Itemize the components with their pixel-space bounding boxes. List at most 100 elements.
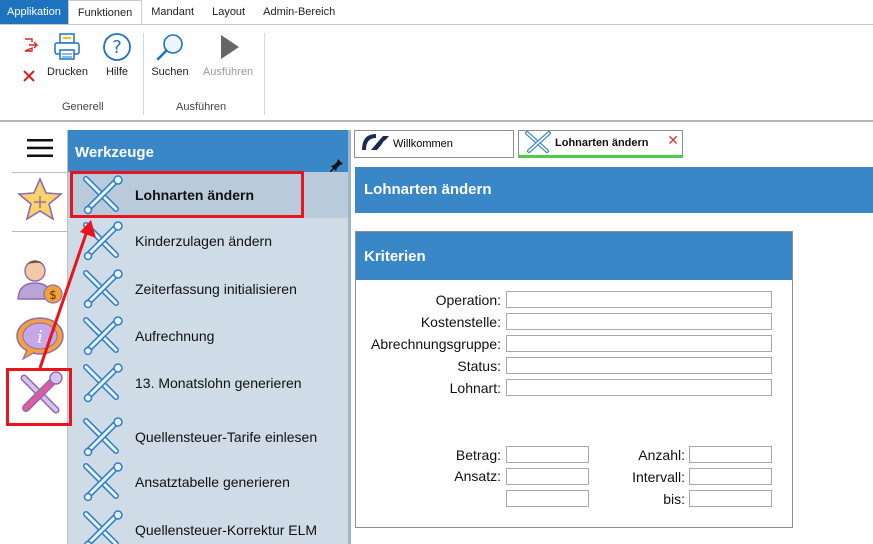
tools-icon	[78, 172, 126, 218]
ansatz-field[interactable]	[506, 468, 589, 485]
criteria-title: Kriterien	[356, 232, 792, 280]
run-button-label: Ausführen	[202, 66, 254, 78]
close-tab-icon[interactable]: ✕	[667, 132, 679, 149]
employee-payroll-button[interactable]: $	[12, 252, 68, 312]
help-button-label: Hilfe	[105, 66, 128, 78]
tools-icon	[78, 360, 126, 406]
tool-item-label: Quellensteuer-Tarife einlesen	[135, 429, 318, 445]
help-button[interactable]: ? Hilfe	[100, 32, 134, 78]
welcome-logo-icon: 4	[361, 133, 391, 156]
tools-icon	[78, 313, 126, 359]
ansatz-label: Ansatz:	[454, 468, 501, 484]
search-button[interactable]: Suchen	[150, 32, 190, 78]
document-tab-bar: 4 Willkommen Lohnarten ändern ✕	[354, 130, 873, 160]
tools-icon	[78, 218, 126, 264]
kostenstelle-label: Kostenstelle:	[420, 314, 501, 330]
favorites-button[interactable]	[12, 173, 68, 231]
svg-text:4: 4	[381, 140, 387, 150]
svg-text:i: i	[37, 327, 43, 348]
tools-icon	[78, 507, 126, 544]
ribbon-bottom-border	[0, 120, 873, 122]
tool-item[interactable]: Aufrechnung	[68, 313, 348, 359]
person-money-icon: $	[15, 255, 65, 310]
tool-item[interactable]: Quellensteuer-Korrektur ELM	[68, 507, 348, 544]
ansatz-extra-field[interactable]	[506, 490, 589, 507]
run-button[interactable]: Ausführen	[200, 32, 256, 78]
anzahl-field[interactable]	[689, 446, 772, 463]
tool-item-label: 13. Monatslohn generieren	[135, 375, 302, 391]
intervall-label: Intervall:	[632, 469, 685, 485]
close-x-icon[interactable]	[22, 69, 36, 83]
betrag-label: Betrag:	[455, 447, 501, 463]
tool-item[interactable]: Zeiterfassung initialisieren	[68, 266, 348, 312]
magnifier-search-icon	[150, 32, 190, 66]
ribbon-group-separator	[143, 33, 144, 115]
tools-icon	[78, 414, 126, 460]
tab-admin-bereich[interactable]: Admin-Bereich	[254, 0, 344, 24]
bis-field[interactable]	[689, 490, 772, 507]
tools-wrench-screwdriver-icon	[16, 370, 64, 423]
print-button-label: Drucken	[47, 66, 88, 78]
tab-mandant[interactable]: Mandant	[142, 0, 203, 24]
tool-item-label: Lohnarten ändern	[135, 187, 255, 203]
navigation-icon-strip: $ i	[12, 130, 68, 544]
status-label: Status:	[457, 358, 501, 374]
tool-item-label: Quellensteuer-Korrektur ELM	[135, 522, 318, 538]
operation-field[interactable]	[506, 291, 772, 308]
tab-applikation[interactable]: Applikation	[0, 0, 68, 24]
tab-funktionen[interactable]: Funktionen	[67, 0, 143, 25]
status-field[interactable]	[506, 357, 772, 374]
lohnart-label: Lohnart:	[449, 380, 501, 396]
printer-icon	[47, 32, 87, 66]
search-button-label: Suchen	[151, 66, 189, 78]
intervall-field[interactable]	[689, 468, 772, 485]
betrag-field[interactable]	[506, 446, 589, 463]
ribbon-tab-bar: Applikation Funktionen Mandant Layout Ad…	[0, 0, 873, 25]
criteria-panel: Kriterien Operation: Kostenstelle: Abrec…	[355, 231, 793, 528]
svg-text:$: $	[49, 288, 57, 302]
strip-divider	[12, 231, 68, 232]
group-label-generell: Generell	[62, 101, 104, 113]
tool-item-label: Ansatztabelle generieren	[135, 474, 290, 490]
tools-icon	[78, 459, 126, 505]
operation-label: Operation:	[435, 292, 501, 308]
bis-label: bis:	[663, 491, 685, 507]
hamburger-menu-icon	[27, 138, 53, 163]
svg-text:?: ?	[112, 37, 122, 58]
tool-item[interactable]: Quellensteuer-Tarife einlesen	[68, 414, 348, 460]
kostenstelle-field[interactable]	[506, 313, 772, 330]
tool-item[interactable]: Lohnarten ändern	[68, 172, 348, 218]
tools-button[interactable]	[12, 368, 68, 424]
info-speech-bubble-icon: i	[15, 316, 65, 365]
group-label-ausfuehren: Ausführen	[176, 101, 227, 113]
tool-item-label: Zeiterfassung initialisieren	[135, 281, 297, 297]
tool-item[interactable]: Ansatztabelle generieren	[68, 459, 348, 505]
abrechnungsgruppe-label: Abrechnungsgruppe:	[371, 336, 501, 352]
abrechnungsgruppe-field[interactable]	[506, 335, 772, 352]
ribbon-group-separator	[264, 33, 265, 115]
star-favorites-icon	[16, 176, 64, 229]
tool-item[interactable]: Kinderzulagen ändern	[68, 218, 348, 264]
app-window: { "ribbon": { "tabs": [ {"label": "Appli…	[0, 0, 873, 544]
tools-panel-header: Werkzeuge	[68, 130, 348, 173]
tools-icon	[523, 130, 553, 157]
info-button[interactable]: i	[12, 314, 68, 366]
ribbon: Drucken ? Hilfe Generell Suchen Ausführe…	[0, 25, 873, 120]
tools-panel-title: Werkzeuge	[75, 144, 154, 161]
tab-lohnarten-aendern[interactable]: Lohnarten ändern ✕	[518, 130, 683, 158]
tool-item[interactable]: 13. Monatslohn generieren	[68, 360, 348, 406]
tab-willkommen[interactable]: 4 Willkommen	[354, 130, 514, 158]
tab-lohnarten-label: Lohnarten ändern	[555, 137, 649, 149]
hamburger-menu-button[interactable]	[12, 130, 68, 170]
tab-willkommen-label: Willkommen	[393, 138, 453, 150]
page-title: Lohnarten ändern	[355, 167, 873, 213]
anzahl-label: Anzahl:	[638, 447, 685, 463]
tools-icon	[78, 266, 126, 312]
lohnart-field[interactable]	[506, 379, 772, 396]
exit-icon[interactable]	[22, 37, 38, 53]
play-run-icon	[200, 32, 256, 66]
print-button[interactable]: Drucken	[47, 32, 88, 78]
tool-item-label: Aufrechnung	[135, 328, 215, 344]
help-question-icon: ?	[100, 32, 134, 66]
tab-layout[interactable]: Layout	[203, 0, 254, 24]
